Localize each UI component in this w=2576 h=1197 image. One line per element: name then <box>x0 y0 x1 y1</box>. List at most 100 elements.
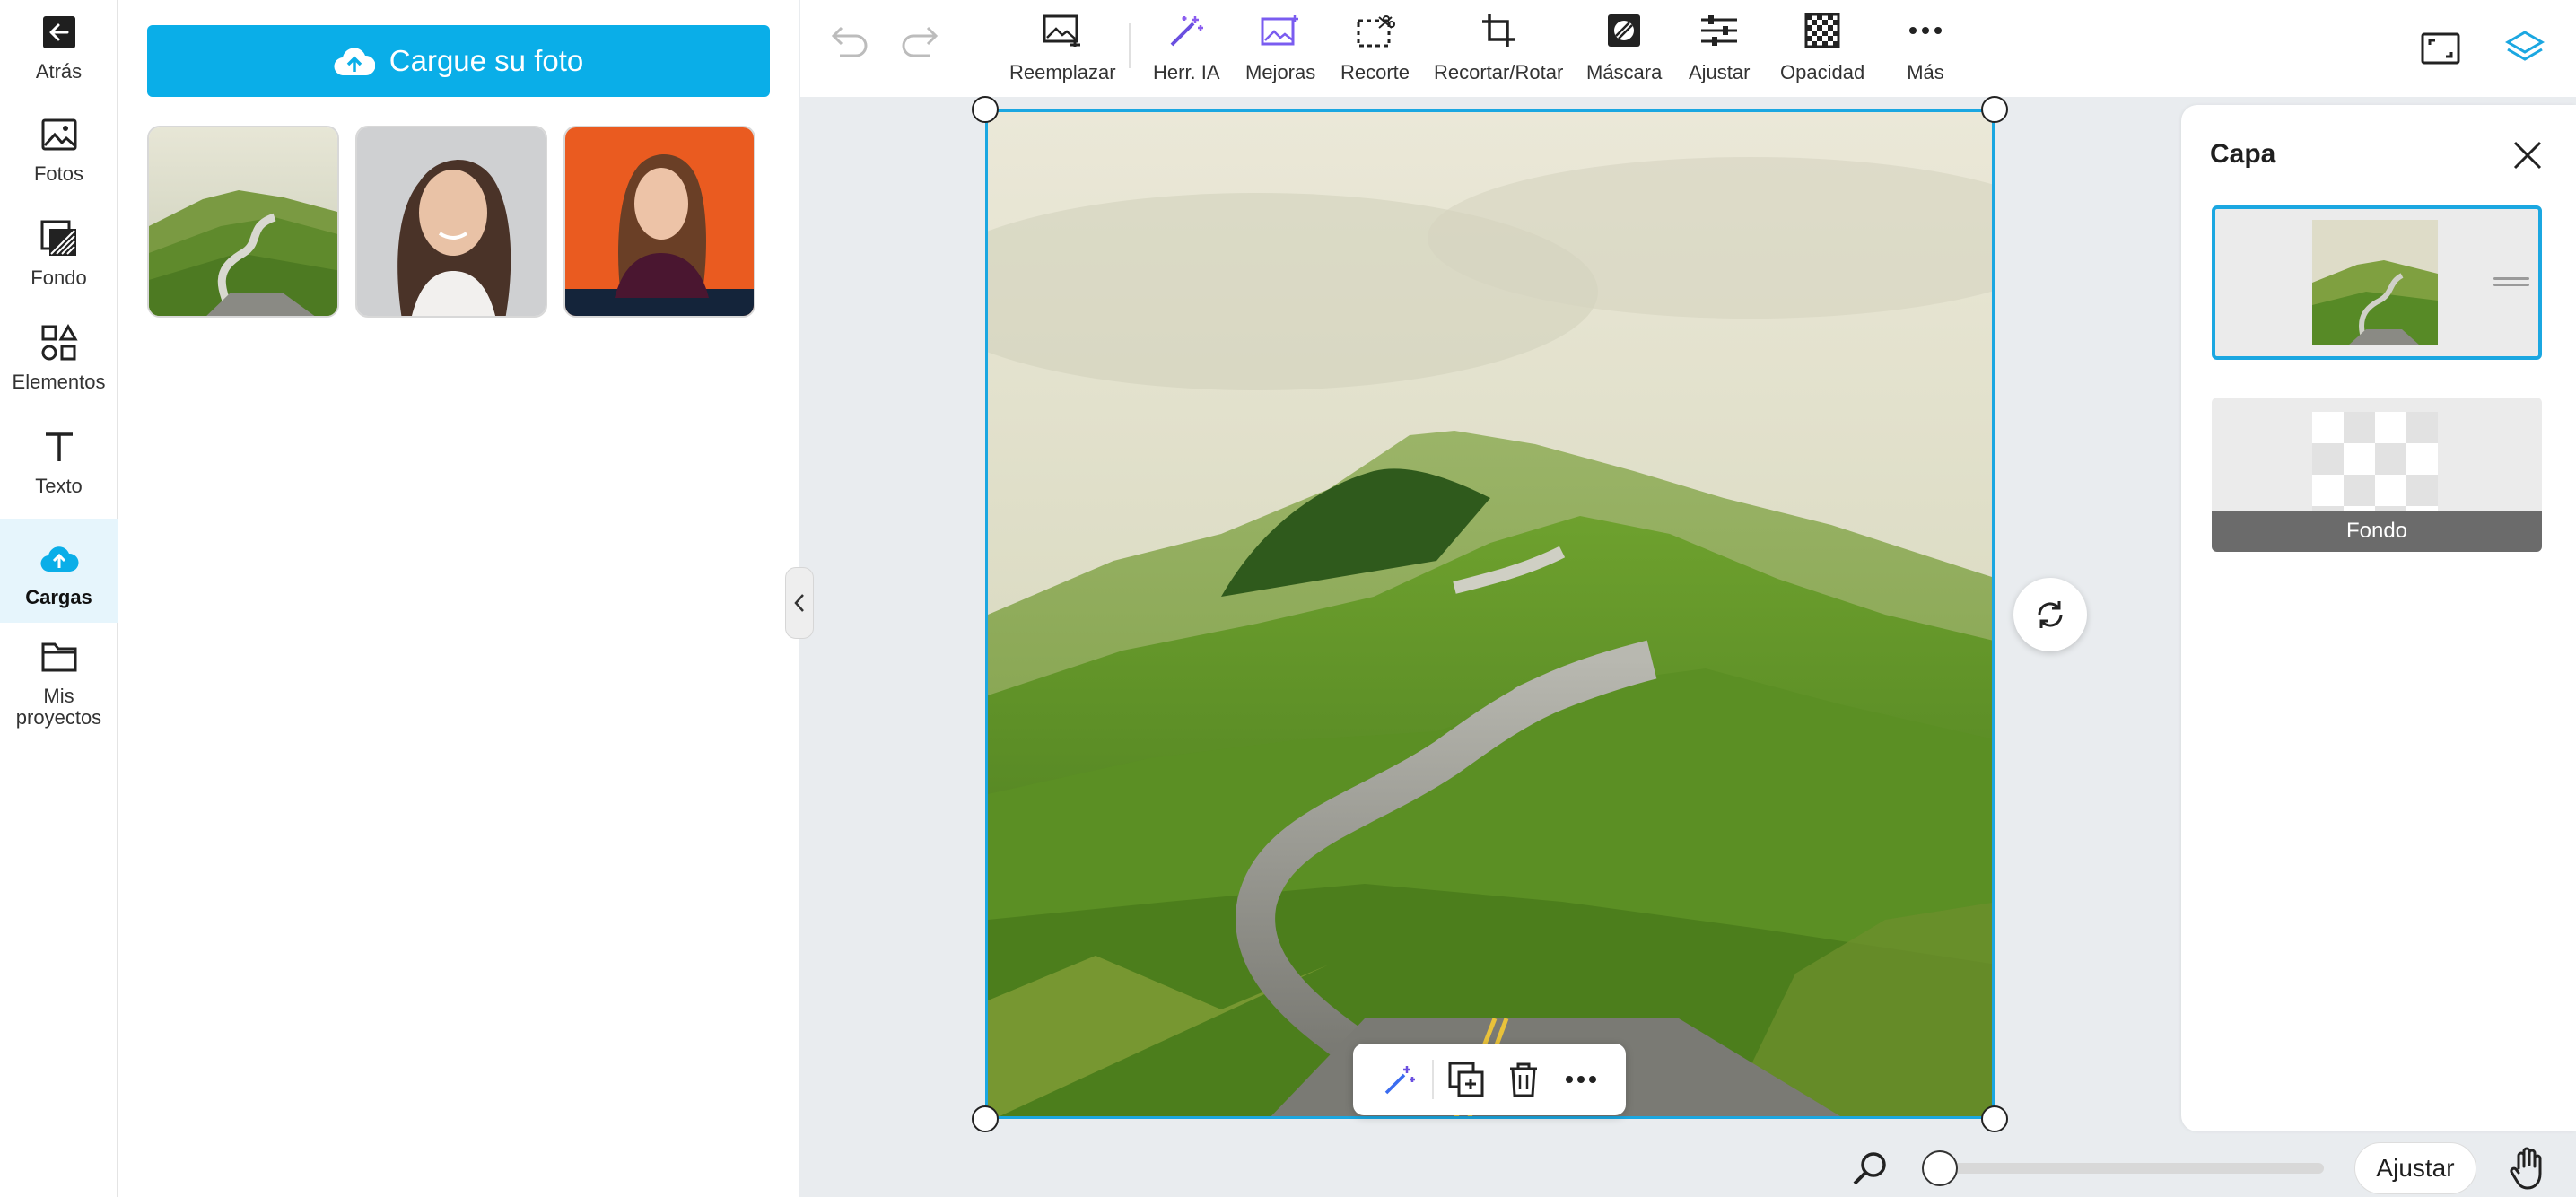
zoom-slider-knob[interactable] <box>1921 1150 1958 1186</box>
layer-item-photo[interactable] <box>2212 205 2542 360</box>
redo-icon <box>902 26 939 57</box>
tool-label: Máscara <box>1586 61 1663 83</box>
undo-button[interactable] <box>827 23 870 59</box>
resize-icon <box>2421 32 2460 65</box>
tool-crop-rotate[interactable]: Recortar/Rotar <box>1434 11 1563 84</box>
rail-item-label: Atrás <box>35 60 83 83</box>
magic-wand-icon <box>1165 11 1208 50</box>
cutout-icon <box>1354 11 1397 50</box>
tool-label: Ajustar <box>1689 61 1751 83</box>
opacity-icon <box>1801 11 1844 50</box>
layers-toggle-button[interactable] <box>2502 25 2548 72</box>
tool-label: Recorte <box>1340 61 1410 83</box>
context-delete-button[interactable] <box>1495 1051 1552 1108</box>
rail-item-uploads[interactable]: Cargas <box>0 519 118 623</box>
rail-item-text[interactable]: Texto <box>0 427 118 517</box>
layer-drag-handle[interactable] <box>2493 277 2529 288</box>
upload-button-label: Cargue su foto <box>389 44 584 77</box>
tool-label: Reemplazar <box>1009 61 1116 83</box>
rotate-icon <box>2038 601 2063 628</box>
rotate-button[interactable] <box>2013 578 2087 651</box>
pan-tool-button[interactable] <box>2506 1145 2553 1192</box>
landscape-road-photo <box>2312 220 2438 345</box>
rail-item-label: Elementos <box>12 371 106 393</box>
hand-icon <box>2510 1147 2542 1190</box>
replace-image-icon <box>1041 11 1084 50</box>
duplicate-icon <box>1448 1062 1484 1097</box>
canvas-selected-image[interactable] <box>985 109 1995 1119</box>
chevron-left-icon <box>794 594 804 612</box>
fit-to-screen-button[interactable]: Ajustar <box>2354 1142 2476 1194</box>
context-divider <box>1432 1060 1434 1099</box>
woman-portrait-orange-photo <box>565 127 754 316</box>
resize-handle-top-right[interactable] <box>1981 96 2008 123</box>
tool-mask[interactable]: Máscara <box>1586 11 1662 84</box>
image-context-toolbar <box>1353 1044 1626 1115</box>
redo-button[interactable] <box>899 23 942 59</box>
tool-opacity[interactable]: Opacidad <box>1780 11 1864 84</box>
context-more-button[interactable] <box>1552 1051 1610 1108</box>
more-icon <box>1566 1076 1596 1083</box>
crop-icon <box>1477 11 1520 50</box>
tool-adjust[interactable]: Ajustar <box>1689 11 1750 84</box>
upload-thumbnail-portrait-gray[interactable] <box>355 126 547 318</box>
tool-label: Herr. IA <box>1153 61 1220 83</box>
tool-ai-tools[interactable]: Herr. IA <box>1153 11 1220 84</box>
tool-replace[interactable]: Reemplazar <box>1009 11 1116 84</box>
layers-panel: Capa Fondo <box>2181 105 2576 1131</box>
layer-label: Fondo <box>2212 511 2542 552</box>
rail-item-label: Texto <box>35 475 83 497</box>
cloud-upload-icon <box>334 48 375 76</box>
enhance-icon <box>1259 11 1302 50</box>
tool-more[interactable]: Más <box>1904 11 1947 84</box>
layers-panel-title: Capa <box>2210 139 2276 169</box>
rail-item-label: Fondo <box>31 266 87 289</box>
resize-handle-top-left[interactable] <box>972 96 999 123</box>
zoom-button[interactable] <box>1850 1149 1890 1188</box>
layers-icon <box>2505 31 2545 61</box>
context-duplicate-button[interactable] <box>1437 1051 1495 1108</box>
tool-label: Opacidad <box>1780 61 1865 83</box>
resize-canvas-button[interactable] <box>2417 25 2464 72</box>
context-ai-button[interactable] <box>1371 1051 1428 1108</box>
upload-thumbnail-portrait-orange[interactable] <box>563 126 755 318</box>
magic-wand-icon <box>1384 1066 1415 1095</box>
rail-item-back[interactable]: Atrás <box>0 13 118 93</box>
arrow-left-icon <box>39 13 79 52</box>
winding-road-green-hills <box>988 112 1992 1116</box>
left-navigation-rail: Atrás Fotos Fondo Elementos Texto Cargas <box>0 0 118 1197</box>
tool-label: Más <box>1907 61 1944 83</box>
layer-item-background[interactable]: Fondo <box>2212 398 2542 552</box>
upload-thumbnail-landscape[interactable] <box>147 126 339 318</box>
zoom-slider[interactable] <box>1921 1150 2324 1186</box>
folder-icon <box>39 637 79 677</box>
tool-label: Recortar/Rotar <box>1434 61 1564 83</box>
rail-item-label: Mis proyectos <box>15 685 102 729</box>
rail-item-label: Fotos <box>33 162 84 185</box>
top-toolbar: Reemplazar Herr. IA Mejoras Recorte Reco… <box>800 0 2576 97</box>
close-icon <box>2513 141 2542 170</box>
collapse-panel-handle[interactable] <box>785 567 814 639</box>
tool-enhance[interactable]: Mejoras <box>1245 11 1315 84</box>
landscape-road-photo <box>149 127 337 316</box>
layer-thumbnail <box>2312 220 2438 345</box>
tool-label: Mejoras <box>1245 61 1316 83</box>
uploads-panel: Cargue su foto <box>118 0 799 1197</box>
cloud-upload-icon <box>39 538 79 578</box>
more-icon <box>1904 11 1947 50</box>
rail-item-elements[interactable]: Elementos <box>0 323 118 413</box>
upload-photo-button[interactable]: Cargue su foto <box>147 25 770 97</box>
rail-item-background[interactable]: Fondo <box>0 219 118 309</box>
trash-icon <box>1510 1062 1537 1097</box>
layers-close-button[interactable] <box>2508 135 2547 175</box>
rail-item-photos[interactable]: Fotos <box>0 115 118 205</box>
toolbar-divider <box>1129 23 1131 68</box>
resize-handle-bottom-right[interactable] <box>1981 1105 2008 1132</box>
tool-cutout[interactable]: Recorte <box>1340 11 1410 84</box>
resize-handle-bottom-left[interactable] <box>972 1105 999 1132</box>
rail-item-label: Cargas <box>25 586 92 608</box>
rail-item-my-projects[interactable]: Mis proyectos <box>0 637 118 736</box>
shapes-icon <box>39 323 79 363</box>
mask-icon <box>1602 11 1646 50</box>
undo-icon <box>831 26 868 57</box>
